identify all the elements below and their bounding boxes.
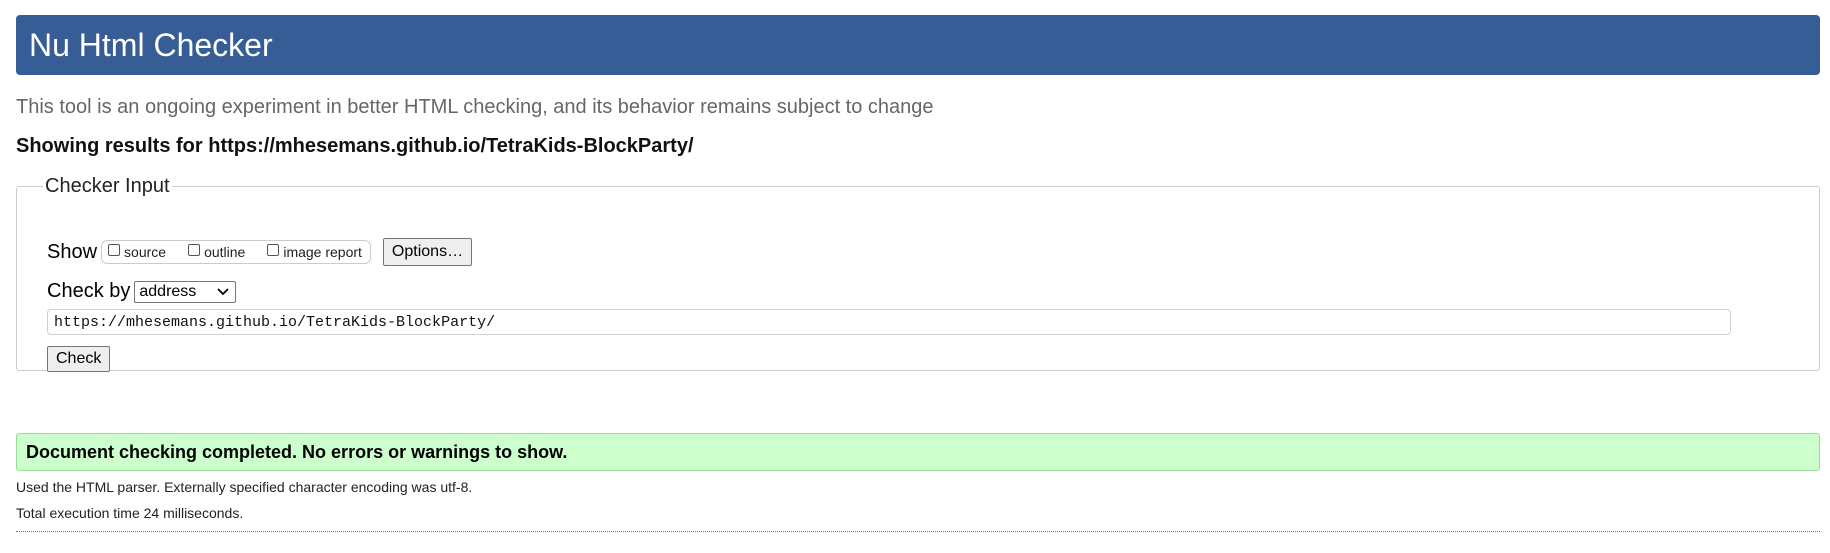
checker-input-legend: Checker Input <box>45 175 170 197</box>
header-banner: Nu Html Checker <box>16 15 1820 75</box>
show-image-report-option[interactable]: image report <box>267 244 362 260</box>
outline-label: outline <box>204 244 246 260</box>
parser-info: Used the HTML parser. Externally specifi… <box>16 479 473 495</box>
show-options-group: source outline image report <box>101 240 371 264</box>
success-message: Document checking completed. No errors o… <box>16 433 1820 471</box>
check-by-selected-value: address <box>139 282 197 300</box>
source-label: source <box>124 244 167 260</box>
outline-checkbox[interactable] <box>188 244 201 256</box>
checker-input-fieldset: Checker Input Show source outline image … <box>16 175 1820 372</box>
options-button[interactable]: Options… <box>382 238 473 266</box>
show-source-option[interactable]: source <box>108 244 166 260</box>
execution-time: Total execution time 24 milliseconds. <box>16 505 244 521</box>
check-by-select[interactable]: address <box>134 280 237 303</box>
image-report-checkbox[interactable] <box>267 244 280 256</box>
check-button[interactable]: Check <box>47 346 111 372</box>
tool-description: This tool is an ongoing experiment in be… <box>16 96 934 118</box>
source-checkbox[interactable] <box>108 244 121 256</box>
show-row: Show source outline image report Options… <box>47 238 473 266</box>
page-title: Nu Html Checker <box>29 26 273 63</box>
check-by-label: Check by <box>47 280 131 302</box>
image-report-label: image report <box>283 244 362 260</box>
chevron-down-icon <box>217 285 230 299</box>
show-label: Show <box>47 240 98 263</box>
divider <box>16 531 1820 532</box>
check-by-row: Check by address <box>47 280 237 303</box>
show-outline-option[interactable]: outline <box>188 244 245 260</box>
url-input[interactable]: https://mhesemans.github.io/TetraKids-Bl… <box>47 309 1731 335</box>
page: Nu Html Checker This tool is an ongoing … <box>0 0 1830 553</box>
results-heading: Showing results for https://mhesemans.gi… <box>16 135 694 157</box>
